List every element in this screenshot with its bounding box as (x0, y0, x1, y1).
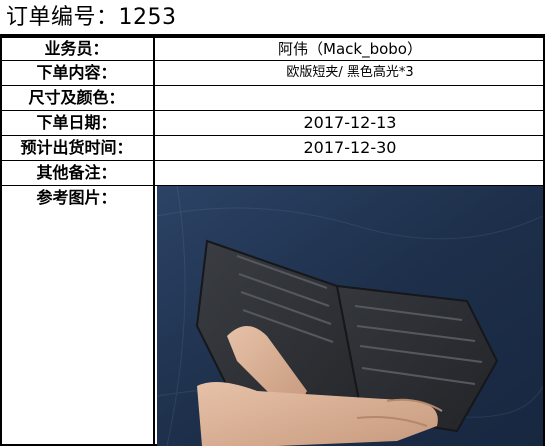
reference-photo (157, 186, 543, 446)
label-reference-image: 参考图片： (0, 186, 155, 444)
value-size-color[interactable] (155, 86, 545, 110)
label-size-color: 尺寸及颜色： (0, 86, 155, 110)
value-salesperson[interactable]: 阿伟（Mack_bobo） (155, 37, 545, 60)
order-sheet: 订单编号：1253 业务员： 阿伟（Mack_bobo） 下单内容： 欧版短夹/… (0, 0, 545, 446)
wallet-photo-icon (157, 186, 543, 446)
row-size-color: 尺寸及颜色： (0, 86, 545, 111)
value-order-date[interactable]: 2017-12-13 (155, 111, 545, 135)
value-ship-date[interactable]: 2017-12-30 (155, 136, 545, 160)
label-order-content: 下单内容： (0, 61, 155, 85)
order-title: 订单编号：1253 (6, 5, 177, 30)
value-order-content[interactable]: 欧版短夹/ 黑色高光*3 (155, 61, 545, 85)
row-order-date: 下单日期： 2017-12-13 (0, 111, 545, 136)
label-order-date: 下单日期： (0, 111, 155, 135)
row-notes: 其他备注： (0, 161, 545, 186)
value-notes[interactable] (155, 161, 545, 185)
row-order-content: 下单内容： 欧版短夹/ 黑色高光*3 (0, 61, 545, 86)
label-ship-date: 预计出货时间： (0, 136, 155, 160)
row-salesperson: 业务员： 阿伟（Mack_bobo） (0, 37, 545, 61)
label-notes: 其他备注： (0, 161, 155, 185)
order-title-row: 订单编号：1253 (0, 0, 545, 36)
label-salesperson: 业务员： (0, 37, 155, 60)
row-ship-date: 预计出货时间： 2017-12-30 (0, 136, 545, 161)
